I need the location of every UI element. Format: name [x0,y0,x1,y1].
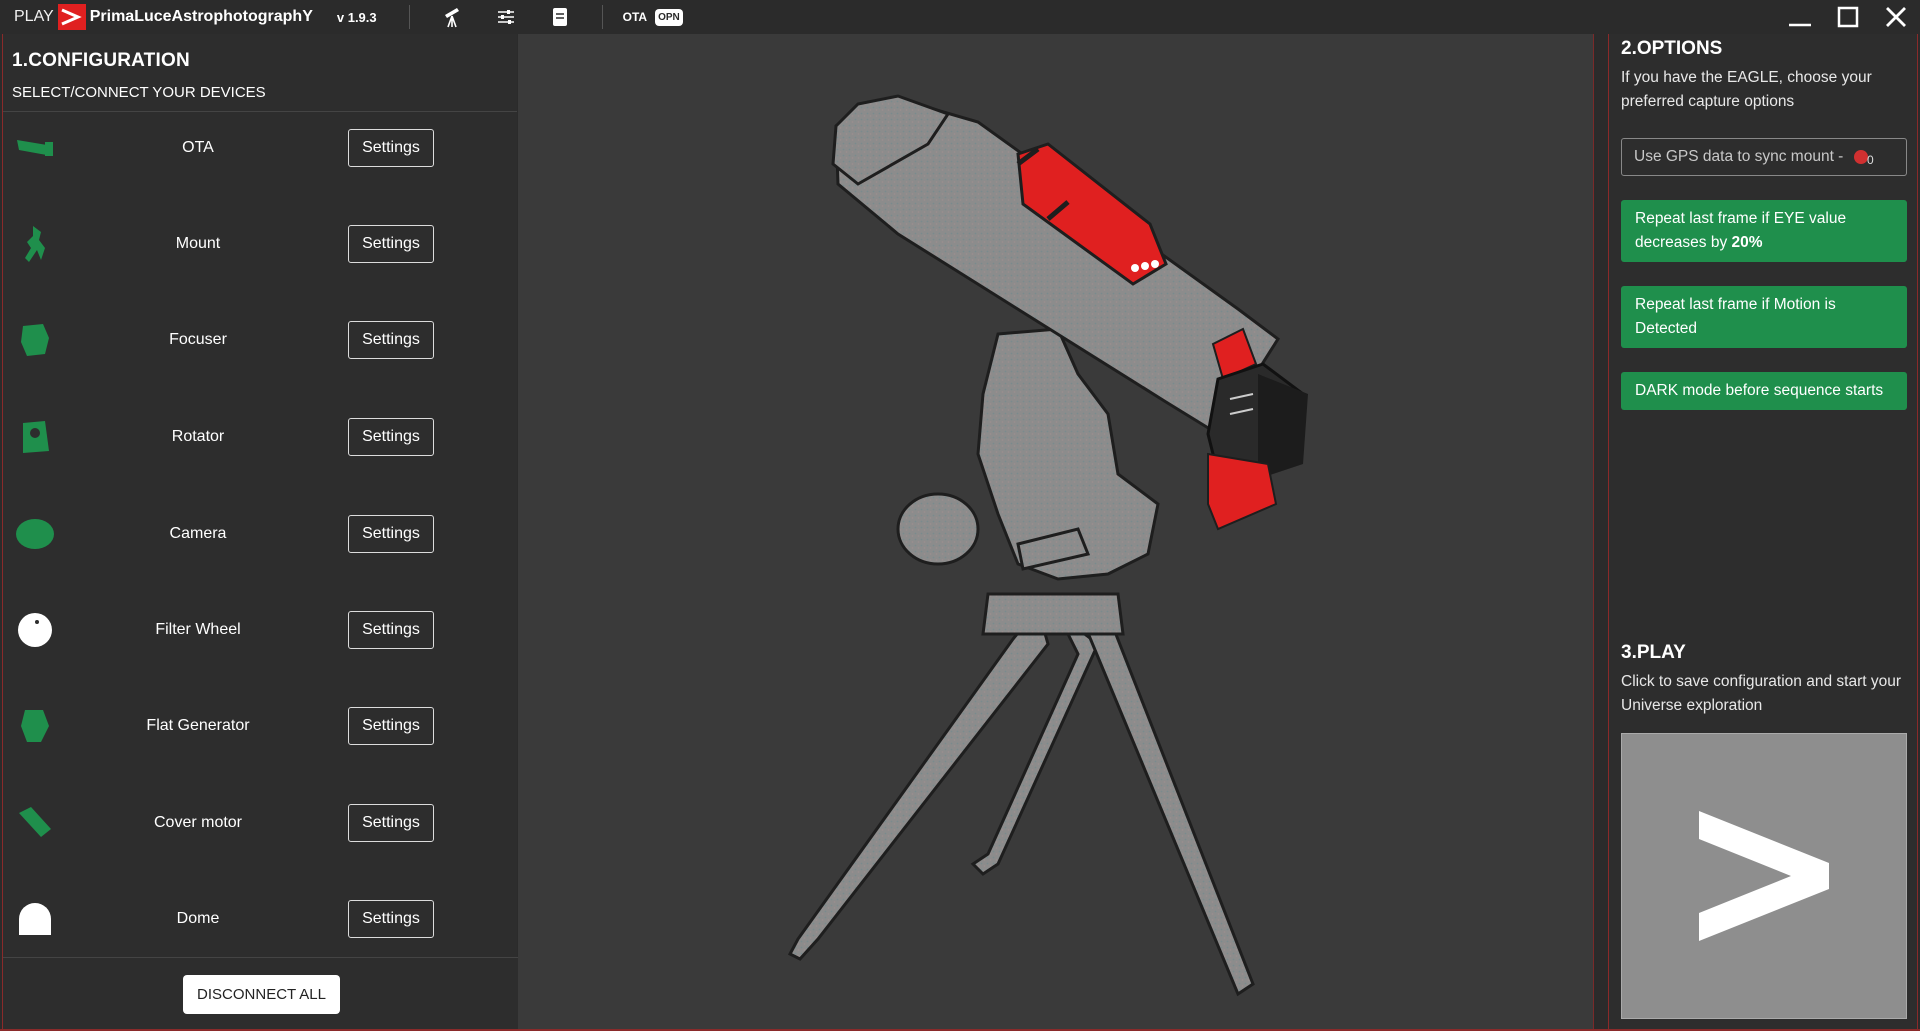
camera-icon [16,519,54,549]
ota-settings-button[interactable]: Settings [348,129,434,167]
play-title: 3.PLAY [1621,642,1686,663]
app-version: v 1.9.3 [336,9,377,25]
dome-icon [19,903,51,935]
configuration-footer: DISCONNECT ALL [3,957,518,1029]
telescope-illustration [787,94,1308,997]
maximize-icon[interactable] [1824,0,1872,34]
gps-satellite-icon: 0 [1854,150,1874,166]
focuser-icon [21,324,49,356]
disconnect-all-button[interactable]: DISCONNECT ALL [183,975,340,1014]
device-row-focuser: Focuser Settings [3,320,518,360]
configuration-panel: 1.CONFIGURATION SELECT/CONNECT YOUR DEVI… [2,34,518,1029]
configuration-subtitle: SELECT/CONNECT YOUR DEVICES [12,84,266,101]
titlebar-divider [601,5,603,29]
close-icon[interactable] [1872,0,1920,34]
opn-badge[interactable]: OPN [655,8,683,26]
device-row-dome: Dome Settings [3,899,518,939]
device-row-cover-motor: Cover motor Settings [3,803,518,843]
play-start-button[interactable] [1621,733,1907,1019]
gps-sync-toggle[interactable]: Use GPS data to sync mount - 0 [1621,138,1907,176]
device-label: Camera [169,525,227,542]
titlebar-divider [408,5,410,29]
device-row-flat-generator: Flat Generator Settings [3,706,518,746]
dome-settings-button[interactable]: Settings [348,900,434,938]
svg-text:0: 0 [1867,153,1874,166]
device-label: Focuser [169,331,227,348]
title-bar: PLAY PrimaLuceAstrophotographY v 1.9.3 O… [0,0,1920,34]
device-label: Flat Generator [146,717,250,734]
device-label: Rotator [171,428,225,445]
configuration-title: 1.CONFIGURATION [12,50,190,71]
dark-mode-option-button[interactable]: DARK mode before sequence starts [1621,372,1907,410]
device-label: Dome [176,910,220,927]
device-label: OTA [182,139,214,156]
flat-generator-icon [21,710,49,742]
ota-label: OTA [622,10,648,24]
play-description: Click to save configuration and start yo… [1621,673,1901,714]
play-arrow-icon [1699,811,1829,941]
cover-motor-settings-button[interactable]: Settings [348,804,434,842]
telescope-icon[interactable] [440,5,464,29]
mount-icon [25,226,45,262]
device-label: Filter Wheel [155,621,241,638]
repeat-eye-option-button[interactable]: Repeat last frame if EYE value decreases… [1621,200,1907,262]
options-title: 2.OPTIONS [1621,38,1723,59]
telescope-preview [518,34,1594,1029]
device-row-rotator: Rotator Settings [3,417,518,457]
device-row-ota: OTA Settings [3,128,518,168]
cover-motor-icon [19,807,51,837]
rotator-icon [23,421,49,453]
focuser-settings-button[interactable]: Settings [348,321,434,359]
brand-logo-icon [57,4,86,30]
filter-wheel-settings-button[interactable]: Settings [348,611,434,649]
sliders-icon[interactable] [494,5,518,29]
document-icon[interactable] [548,5,572,29]
camera-settings-button[interactable]: Settings [348,515,434,553]
app-play-label: PLAY [14,8,54,25]
device-row-camera: Camera Settings [3,514,518,554]
rotator-settings-button[interactable]: Settings [348,418,434,456]
repeat-motion-option-button[interactable]: Repeat last frame if Motion is Detected [1621,286,1907,348]
app-brand-name: PrimaLuceAstrophotographY [89,8,313,25]
device-row-filter-wheel: Filter Wheel Settings [3,610,518,650]
device-label: Cover motor [153,814,243,831]
gps-sync-label: Use GPS data to sync mount - [1634,148,1844,165]
mount-settings-button[interactable]: Settings [348,225,434,263]
dark-mode-text: DARK mode before sequence starts [1635,382,1884,399]
flat-generator-settings-button[interactable]: Settings [348,707,434,745]
configuration-header: 1.CONFIGURATION SELECT/CONNECT YOUR DEVI… [3,34,517,112]
repeat-eye-percent: 20% [1731,234,1763,251]
options-description: If you have the EAGLE, choose your prefe… [1621,69,1872,110]
device-label: Mount [175,235,221,252]
filter-wheel-icon [18,613,52,647]
ota-icon [17,140,53,156]
options-panel: 2.OPTIONS If you have the EAGLE, choose … [1608,34,1918,1029]
minimize-icon[interactable] [1776,0,1824,34]
device-row-mount: Mount Settings [3,224,518,264]
window-controls [1776,0,1920,34]
repeat-motion-text: Repeat last frame if Motion is Detected [1635,296,1836,337]
